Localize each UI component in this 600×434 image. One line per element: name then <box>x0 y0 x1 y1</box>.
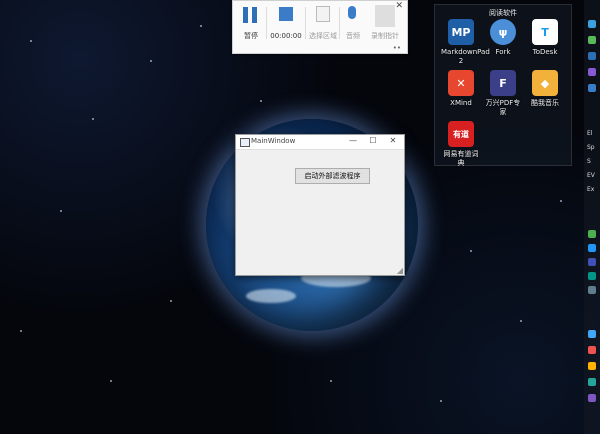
app-markdownpad[interactable]: MP MarkdownPad 2 <box>441 19 490 66</box>
close-button[interactable]: ✕ <box>386 136 400 145</box>
region-select-icon <box>316 6 330 22</box>
app-xmind[interactable]: ✕ XMind <box>441 70 481 108</box>
app-fork[interactable]: ψ Fork <box>483 19 523 57</box>
app-name: MarkdownPad 2 <box>441 48 490 65</box>
app-window-icon <box>240 138 250 147</box>
app-shortcut-icon[interactable] <box>588 68 596 76</box>
app-shortcut-icon[interactable] <box>588 362 596 370</box>
audio-button[interactable]: 音频 <box>337 3 369 41</box>
app-youdao[interactable]: 有道 网易有道词典 <box>441 121 481 168</box>
minimize-button[interactable]: — <box>346 136 360 145</box>
pause-button[interactable]: 暂停 <box>235 3 267 41</box>
app-name: Fork <box>495 48 511 56</box>
record-pointer-label: 录制指针 <box>371 32 399 40</box>
youdao-dict-icon: 有道 <box>448 121 474 147</box>
app-todesk[interactable]: T ToDesk <box>525 19 565 57</box>
resize-grip-icon[interactable] <box>397 268 403 274</box>
audio-label: 音频 <box>346 32 360 40</box>
select-region-label: 选择区域 <box>309 32 337 40</box>
todesk-icon: T <box>532 19 558 45</box>
markdownpad-icon: MP <box>448 19 474 45</box>
select-region-button[interactable]: 选择区域 <box>307 3 339 41</box>
app-kuwo[interactable]: ◆ 酷我音乐 <box>525 70 565 108</box>
kuwo-music-icon: ◆ <box>532 70 558 96</box>
microphone-icon <box>348 6 356 19</box>
app-shortcut-icon[interactable] <box>588 272 596 280</box>
timer-label: 00:00:00 <box>270 32 302 40</box>
window-title: MainWindow <box>251 137 296 145</box>
stop-button[interactable]: 00:00:00 <box>269 3 303 41</box>
launch-filter-button[interactable]: 启动外部滤波程序 <box>295 168 370 184</box>
app-shortcut-icon[interactable] <box>588 20 596 28</box>
recorder-more-icon[interactable]: •• <box>393 45 401 52</box>
strip-label[interactable]: El <box>587 130 592 137</box>
app-shortcut-icon[interactable] <box>588 378 596 386</box>
main-window: MainWindow — ☐ ✕ 启动外部滤波程序 <box>235 134 405 276</box>
app-shortcut-icon[interactable] <box>588 52 596 60</box>
app-name: 万兴PDF专家 <box>485 99 521 116</box>
app-shortcut-icon[interactable] <box>588 84 596 92</box>
pause-label: 暂停 <box>244 32 258 40</box>
pause-icon <box>243 7 257 23</box>
strip-label[interactable]: EV <box>587 172 595 179</box>
desktop-fence-panel: 阅读软件 MP MarkdownPad 2 ψ Fork T ToDesk ✕ … <box>434 4 572 168</box>
app-shortcut-icon[interactable] <box>588 258 596 266</box>
app-shortcut-icon[interactable] <box>588 230 596 238</box>
app-shortcut-icon[interactable] <box>588 244 596 252</box>
pointer-icon <box>375 5 395 27</box>
app-name: 网易有道词典 <box>443 150 479 167</box>
stop-icon <box>279 7 293 21</box>
app-name: ToDesk <box>532 48 558 56</box>
xmind-icon: ✕ <box>448 70 474 96</box>
app-pdf-expert[interactable]: F 万兴PDF专家 <box>483 70 523 117</box>
app-shortcut-icon[interactable] <box>588 346 596 354</box>
maximize-button[interactable]: ☐ <box>366 136 380 145</box>
app-shortcut-icon[interactable] <box>588 36 596 44</box>
screen-recorder-toolbar: 暂停 00:00:00 选择区域 音频 录制指针 ✕ •• <box>232 0 408 54</box>
fork-icon: ψ <box>490 19 516 45</box>
pdf-expert-icon: F <box>490 70 516 96</box>
app-shortcut-icon[interactable] <box>588 286 596 294</box>
strip-label[interactable]: Sp <box>587 144 595 151</box>
recorder-close-icon[interactable]: ✕ <box>395 1 403 11</box>
window-titlebar[interactable]: MainWindow — ☐ ✕ <box>236 135 404 150</box>
app-name: XMind <box>450 99 472 107</box>
app-shortcut-icon[interactable] <box>588 330 596 338</box>
app-name: 酷我音乐 <box>531 99 559 107</box>
panel-title: 阅读软件 <box>489 9 517 17</box>
strip-label[interactable]: S <box>587 158 591 165</box>
strip-label[interactable]: Ex <box>587 186 594 193</box>
app-shortcut-icon[interactable] <box>588 394 596 402</box>
right-icon-strip: El Sp S EV Ex <box>584 0 600 434</box>
